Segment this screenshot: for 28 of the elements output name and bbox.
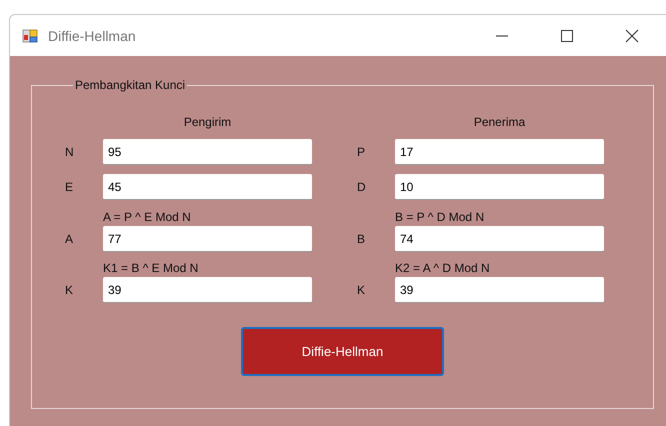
field-label: E bbox=[65, 180, 74, 194]
field-label: D bbox=[357, 180, 367, 194]
field-label: K bbox=[65, 283, 74, 297]
field-label: K bbox=[357, 283, 366, 297]
field-label: N bbox=[65, 145, 75, 159]
formula-label: A = P ^ E Mod N bbox=[103, 210, 191, 224]
input-field[interactable]: 77 bbox=[103, 226, 312, 252]
column-header: Pengirim bbox=[184, 115, 232, 129]
formula-label: K2 = A ^ D Mod N bbox=[395, 261, 490, 275]
input-field[interactable]: 74 bbox=[395, 226, 604, 252]
maximize-icon[interactable] bbox=[560, 28, 574, 42]
input-field[interactable]: 95 bbox=[103, 139, 312, 165]
close-icon[interactable] bbox=[625, 28, 639, 42]
column-header: Penerima bbox=[474, 115, 526, 129]
window-title: Diffie-Hellman bbox=[48, 28, 136, 44]
input-field[interactable]: 39 bbox=[103, 277, 312, 303]
input-field[interactable]: 10 bbox=[395, 174, 604, 200]
input-field[interactable]: 17 bbox=[395, 139, 604, 165]
field-label: B bbox=[357, 232, 366, 246]
app-icon bbox=[22, 28, 38, 44]
input-field[interactable]: 39 bbox=[395, 277, 604, 303]
formula-label: K1 = B ^ E Mod N bbox=[103, 261, 198, 275]
field-label: A bbox=[65, 232, 74, 246]
group-title: Pembangkitan Kunci bbox=[74, 78, 186, 92]
field-label: P bbox=[357, 145, 366, 159]
formula-label: B = P ^ D Mod N bbox=[395, 210, 484, 224]
input-field[interactable]: 45 bbox=[103, 174, 312, 200]
diffie-hellman-button[interactable]: Diffie-Hellman bbox=[241, 327, 444, 376]
